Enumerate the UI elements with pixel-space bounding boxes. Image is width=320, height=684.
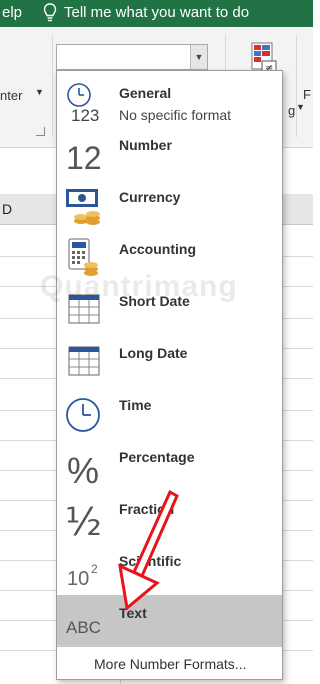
- scientific-icon: 10 2: [67, 562, 98, 590]
- lightbulb-icon: [43, 3, 57, 22]
- format-item-fraction[interactable]: ½ Fraction: [57, 491, 282, 543]
- calendar-icon: [68, 346, 100, 376]
- svg-text:12: 12: [66, 140, 102, 175]
- format-item-label: Scientific: [119, 553, 182, 569]
- svg-text:123: 123: [71, 106, 99, 123]
- format-item-percentage[interactable]: % Percentage: [57, 439, 282, 491]
- format-item-currency[interactable]: Currency: [57, 179, 282, 231]
- format-item-number[interactable]: 12 Number: [57, 127, 282, 179]
- conditional-formatting-dropdown-icon[interactable]: ▼: [296, 102, 305, 112]
- chevron-down-icon[interactable]: ▼: [190, 45, 207, 69]
- merge-center-label[interactable]: nter: [0, 88, 22, 103]
- svg-text:ABC: ABC: [66, 618, 101, 637]
- svg-text:10: 10: [67, 568, 89, 590]
- format-item-label: Currency: [119, 189, 181, 205]
- svg-text:½: ½: [65, 500, 102, 539]
- svg-text:%: %: [67, 450, 99, 487]
- fraction-icon: ½: [65, 500, 102, 539]
- number-icon: 12: [66, 140, 102, 175]
- percent-icon: %: [67, 450, 99, 487]
- svg-text:2: 2: [91, 562, 98, 576]
- format-item-label: Text: [119, 605, 147, 621]
- ribbon-separator: [52, 35, 53, 137]
- format-item-label: Number: [119, 137, 172, 153]
- format-item-label: Long Date: [119, 345, 188, 361]
- format-item-label: Accounting: [119, 241, 196, 257]
- format-item-label: General: [119, 85, 172, 101]
- text-abc-icon: ABC: [66, 618, 101, 637]
- format-item-long-date[interactable]: Long Date: [57, 335, 282, 387]
- format-item-label: Fraction: [119, 501, 175, 517]
- currency-icon: [66, 189, 100, 225]
- merge-center-dropdown-icon[interactable]: ▼: [35, 87, 44, 97]
- watermark-logo: Quantrimang: [40, 270, 238, 303]
- tell-me-bar: elp Tell me what you want to do: [0, 0, 313, 27]
- clock-123-icon: 123: [67, 83, 99, 123]
- conditional-formatting-label-2[interactable]: g: [288, 103, 295, 118]
- format-item-time[interactable]: Time: [57, 387, 282, 439]
- more-number-formats-label: More Number Formats...: [94, 656, 247, 672]
- ribbon-separator: [296, 35, 297, 137]
- format-item-label: Percentage: [119, 449, 195, 465]
- clock-icon: [66, 398, 100, 432]
- format-as-table-label[interactable]: F: [303, 87, 311, 102]
- tell-me-search[interactable]: Tell me what you want to do: [64, 4, 249, 21]
- format-item-description: No specific format: [119, 107, 232, 123]
- alignment-launcher-icon[interactable]: [36, 127, 45, 136]
- number-format-menu: 123 General No specific format 12 Number…: [56, 70, 283, 680]
- format-item-text[interactable]: ABC Text: [57, 595, 282, 647]
- column-label: D: [2, 201, 13, 217]
- more-number-formats-link[interactable]: More Number Formats...: [57, 645, 282, 680]
- format-item-label: Time: [119, 397, 152, 413]
- format-item-scientific[interactable]: 10 2 Scientific: [57, 543, 282, 595]
- format-item-general[interactable]: 123 General No specific format: [57, 75, 282, 127]
- help-tab-label[interactable]: elp: [2, 4, 22, 21]
- number-format-combo[interactable]: ▼: [56, 44, 208, 70]
